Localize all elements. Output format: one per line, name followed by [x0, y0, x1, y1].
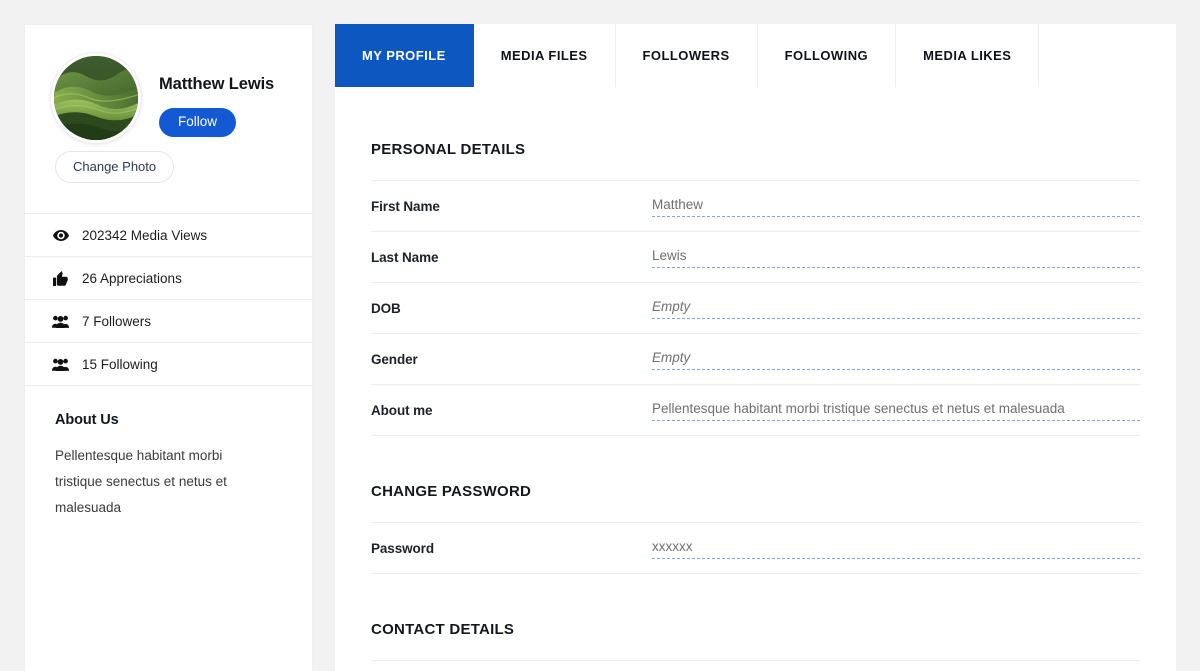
users-icon — [51, 358, 70, 371]
profile-meta: Matthew Lewis Follow — [159, 53, 274, 137]
profile-stats-list: 202342 Media Views 26 Appreciations 7 Fo… — [25, 213, 312, 386]
change-photo-row: Change Photo — [25, 151, 312, 213]
change-password-rows: Password xxxxxx — [371, 522, 1140, 574]
profile-sidebar: Matthew Lewis Follow Change Photo 202342… — [24, 24, 313, 671]
field-row-last-name: Last Name Lewis — [371, 232, 1140, 283]
field-row-first-name: First Name Matthew — [371, 181, 1140, 232]
field-value-dob[interactable]: Empty — [652, 297, 1140, 320]
section-title-change-password: CHANGE PASSWORD — [371, 483, 532, 500]
avatar[interactable] — [51, 53, 141, 143]
tab-followers[interactable]: FOLLOWERS — [615, 24, 758, 87]
field-label: First Name — [371, 198, 440, 214]
field-label: DOB — [371, 300, 401, 316]
field-value-about-me[interactable]: Pellentesque habitant morbi tristique se… — [652, 399, 1140, 422]
stat-label: 15 Following — [82, 356, 158, 372]
profile-header: Matthew Lewis Follow — [25, 25, 312, 169]
field-label: Password — [371, 540, 434, 556]
profile-name: Matthew Lewis — [159, 75, 275, 93]
field-row-password: Password xxxxxx — [371, 523, 1140, 574]
change-photo-button[interactable]: Change Photo — [55, 151, 175, 183]
about-us-block: About Us Pellentesque habitant morbi tri… — [25, 386, 312, 541]
profile-main-panel: MY PROFILE MEDIA FILES FOLLOWERS FOLLOWI… — [335, 24, 1176, 671]
follow-button[interactable]: Follow — [159, 108, 237, 137]
field-label: Gender — [371, 351, 418, 367]
about-us-title: About Us — [55, 412, 119, 428]
tab-bar-filler — [1039, 24, 1176, 87]
field-value-first-name[interactable]: Matthew — [652, 195, 1140, 218]
section-title-contact-details: CONTACT DETAILS — [371, 621, 515, 638]
stat-label: 26 Appreciations — [82, 270, 182, 286]
section-title-personal-details: PERSONAL DETAILS — [371, 141, 526, 158]
eye-icon — [51, 229, 70, 241]
tab-my-profile[interactable]: MY PROFILE — [335, 24, 474, 87]
tab-following[interactable]: FOLLOWING — [757, 24, 897, 87]
field-row-email-address: Email Address info@extracoding.com — [371, 661, 1140, 671]
field-row-dob: DOB Empty — [371, 283, 1140, 334]
profile-page: Matthew Lewis Follow Change Photo 202342… — [0, 0, 1200, 671]
stat-label: 202342 Media Views — [82, 227, 208, 243]
field-value-gender[interactable]: Empty — [652, 348, 1140, 371]
stat-media-views[interactable]: 202342 Media Views — [25, 214, 312, 257]
personal-details-rows: First Name Matthew Last Name Lewis DOB E… — [371, 180, 1140, 436]
field-row-about-me: About me Pellentesque habitant morbi tri… — [371, 385, 1140, 436]
about-us-text: Pellentesque habitant morbi tristique se… — [55, 448, 227, 515]
stat-followers[interactable]: 7 Followers — [25, 300, 312, 343]
thumbs-up-icon — [51, 270, 70, 286]
contact-details-rows: Email Address info@extracoding.com — [371, 660, 1140, 671]
users-icon — [51, 315, 70, 328]
field-value-last-name[interactable]: Lewis — [652, 246, 1140, 269]
stat-label: 7 Followers — [82, 313, 152, 329]
field-label: About me — [371, 402, 433, 418]
field-row-gender: Gender Empty — [371, 334, 1140, 385]
tab-media-likes[interactable]: MEDIA LIKES — [896, 24, 1040, 87]
avatar-image — [54, 56, 138, 140]
field-label: Last Name — [371, 249, 439, 265]
profile-tabs: MY PROFILE MEDIA FILES FOLLOWERS FOLLOWI… — [335, 24, 1176, 87]
tab-media-files[interactable]: MEDIA FILES — [473, 24, 616, 87]
stat-appreciations[interactable]: 26 Appreciations — [25, 257, 312, 300]
profile-content: PERSONAL DETAILS First Name Matthew Last… — [335, 87, 1176, 671]
landscape-photo-icon — [54, 56, 138, 140]
field-value-password[interactable]: xxxxxx — [652, 537, 1140, 560]
stat-following[interactable]: 15 Following — [25, 343, 312, 386]
